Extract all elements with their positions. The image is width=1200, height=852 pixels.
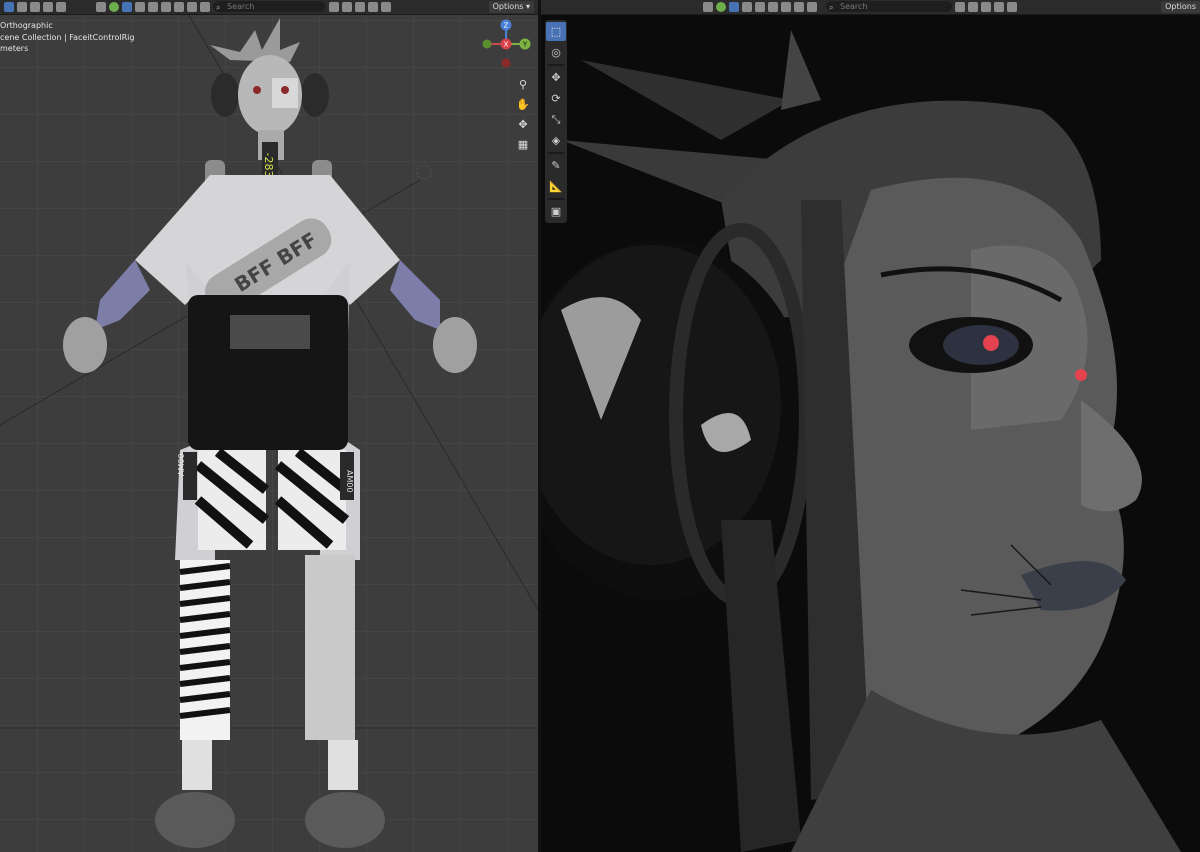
neg-z-axis-handle[interactable]: [501, 58, 511, 68]
left-search-placeholder: Search: [227, 2, 255, 11]
hierarchy-icon[interactable]: [355, 2, 365, 12]
select-box-tool-icon[interactable]: ⬚: [546, 22, 566, 41]
material-preview-icon[interactable]: [794, 2, 804, 12]
neg-y-axis-handle[interactable]: [482, 39, 492, 49]
pan-hand-icon[interactable]: ✋: [516, 98, 530, 112]
list-icon[interactable]: [968, 2, 978, 12]
toolbar-separator: [548, 198, 564, 200]
object-mode-icon[interactable]: [4, 2, 14, 12]
overlay-icon[interactable]: [742, 2, 752, 12]
measure-tool-icon[interactable]: 📐: [546, 177, 566, 196]
zoom-icon[interactable]: ⚲: [516, 78, 530, 92]
move-tool-icon[interactable]: ✥: [546, 68, 566, 87]
rendered-shading-icon[interactable]: [200, 2, 210, 12]
annotate-tool-icon[interactable]: ✎: [546, 156, 566, 175]
select-subtract-icon[interactable]: [43, 2, 53, 12]
collection-text: cene Collection | FaceitControlRig: [0, 33, 135, 42]
material-preview-icon[interactable]: [187, 2, 197, 12]
toolbar-separator: [548, 152, 564, 154]
thigh-right-text: AM00: [345, 470, 354, 493]
select-box-icon[interactable]: [17, 2, 27, 12]
object-type-icon[interactable]: [109, 2, 119, 12]
filter-icon[interactable]: [368, 2, 378, 12]
hierarchy-icon[interactable]: [981, 2, 991, 12]
right-search-field[interactable]: ⌕ Search: [826, 1, 952, 12]
rotate-tool-icon[interactable]: ⟳: [546, 89, 566, 108]
units-text: meters: [0, 44, 29, 53]
object-type-icon[interactable]: [716, 2, 726, 12]
right-3d-viewport[interactable]: ⌕ Search Options ⬚ ◎ ✥ ⟳ ⤡ ◈ ✎ 📐 ▣: [541, 0, 1200, 852]
gizmo-toggle-icon[interactable]: [729, 2, 739, 12]
list-icon[interactable]: [342, 2, 352, 12]
face-closeup-render[interactable]: [541, 0, 1200, 852]
dropdown-chevron-icon[interactable]: [96, 2, 106, 12]
rendered-shading-icon[interactable]: [807, 2, 817, 12]
left-search-field[interactable]: ⌕ Search: [213, 1, 325, 12]
grid-view-icon[interactable]: ▦: [516, 138, 530, 152]
tool-shelf: ⬚ ◎ ✥ ⟳ ⤡ ◈ ✎ 📐 ▣: [545, 20, 567, 223]
y-axis-label: Y: [522, 41, 528, 49]
dropdown-chevron-icon[interactable]: [703, 2, 713, 12]
wireframe-icon[interactable]: [161, 2, 171, 12]
cursor-tool-icon[interactable]: ◎: [546, 43, 566, 62]
overlay-icon[interactable]: [135, 2, 145, 12]
solid-shading-icon[interactable]: [781, 2, 791, 12]
right-options-button[interactable]: Options: [1161, 1, 1200, 13]
shield-icon[interactable]: [381, 2, 391, 12]
right-search-placeholder: Search: [840, 2, 868, 11]
search-icon: ⌕: [829, 3, 834, 12]
gizmo-toggle-icon[interactable]: [122, 2, 132, 12]
filter-icon[interactable]: [994, 2, 1004, 12]
right-viewport-header: ⌕ Search Options: [541, 0, 1200, 15]
toolbar-separator: [548, 64, 564, 66]
transform-tool-icon[interactable]: ◈: [546, 131, 566, 150]
right-header-right-icons[interactable]: [955, 1, 1017, 13]
xray-icon[interactable]: [148, 2, 158, 12]
view-name-text: Orthographic: [0, 21, 53, 30]
shading-icons[interactable]: [96, 1, 210, 13]
right-options-label: Options: [1165, 2, 1196, 11]
x-axis-label: X: [504, 41, 509, 49]
z-axis-label: Z: [504, 22, 509, 30]
left-options-label: Options: [492, 2, 524, 11]
camera-icon[interactable]: ✥: [516, 118, 530, 132]
solid-shading-icon[interactable]: [174, 2, 184, 12]
bookmark-icon[interactable]: [955, 2, 965, 12]
neck-tag-text: -283: [262, 153, 275, 178]
character-model[interactable]: -283 BFF BFF AM00 AM00: [0, 0, 538, 852]
bookmark-icon[interactable]: [329, 2, 339, 12]
select-invert-icon[interactable]: [56, 2, 66, 12]
add-cube-tool-icon[interactable]: ▣: [546, 202, 566, 221]
scale-tool-icon[interactable]: ⤡: [546, 110, 566, 129]
left-options-button[interactable]: Options ▾: [488, 1, 534, 13]
shield-icon[interactable]: [1007, 2, 1017, 12]
view-mode-icons[interactable]: [4, 1, 66, 13]
search-icon: ⌕: [216, 3, 221, 12]
wireframe-icon[interactable]: [768, 2, 778, 12]
select-extend-icon[interactable]: [30, 2, 40, 12]
left-3d-viewport[interactable]: -283 BFF BFF AM00 AM00 ⌕ Search Options …: [0, 0, 538, 852]
xray-icon[interactable]: [755, 2, 765, 12]
left-viewport-header: ⌕ Search Options ▾: [0, 0, 538, 15]
right-shading-icons[interactable]: [703, 1, 817, 13]
navigation-gizmo[interactable]: Z Y X: [480, 18, 532, 70]
header-right-icons[interactable]: [329, 1, 391, 13]
navigation-tools: ⚲ ✋ ✥ ▦: [516, 78, 530, 152]
thigh-left-text: AM00: [177, 453, 186, 476]
